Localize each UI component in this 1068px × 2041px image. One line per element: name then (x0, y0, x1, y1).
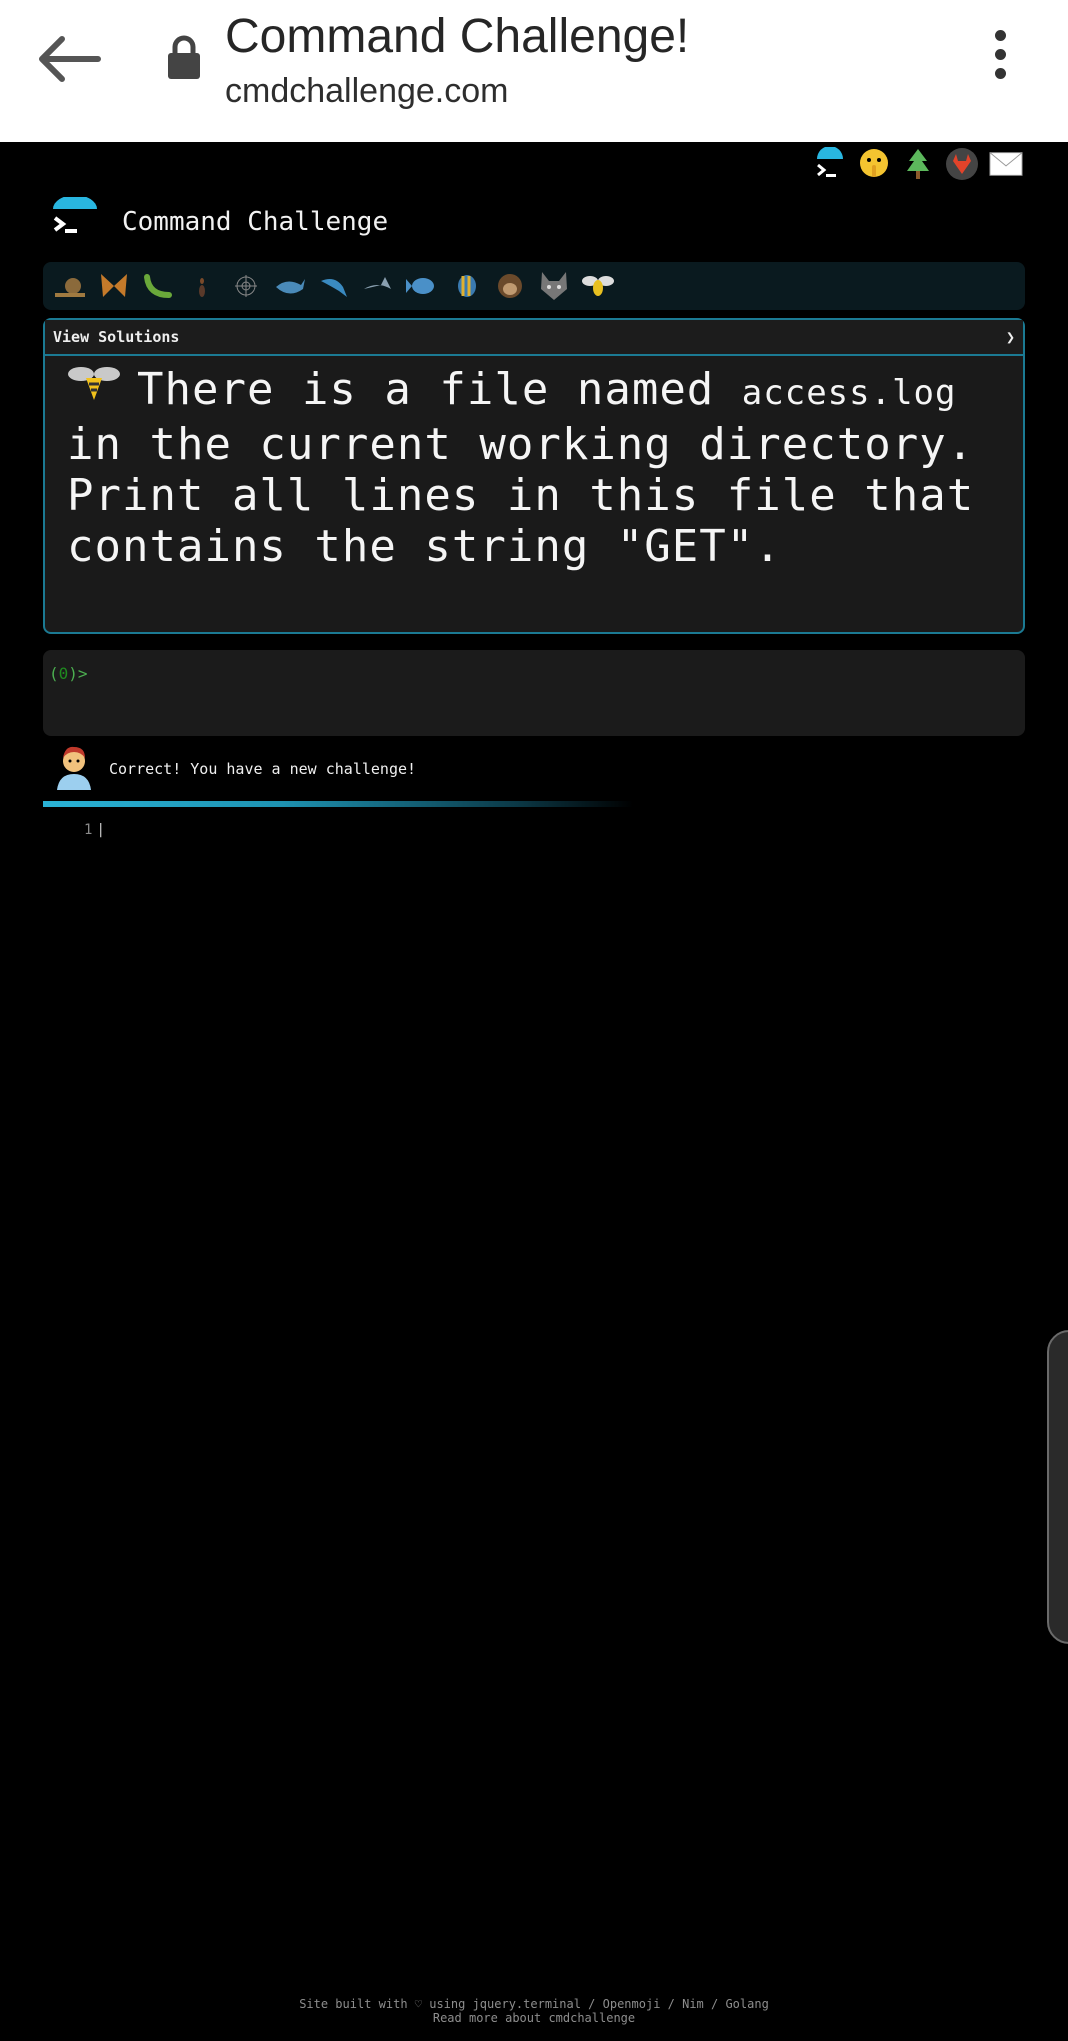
ant-icon[interactable] (183, 267, 221, 305)
shark-icon[interactable] (359, 267, 397, 305)
footer: Site built with ♡ using jquery.terminal … (0, 1997, 1068, 2025)
butterfly-icon[interactable] (95, 267, 133, 305)
challenge-text-before: There is a file named (137, 364, 742, 415)
whale-icon[interactable] (271, 267, 309, 305)
line-number: 1 (84, 822, 93, 838)
feedback-row: Correct! You have a new challenge! (55, 744, 416, 794)
terminal-input[interactable]: (0)> (43, 650, 1025, 736)
bee-icon (67, 364, 121, 404)
terminal-icon[interactable] (813, 147, 847, 181)
level-bar (43, 262, 1025, 310)
prompt-count: 0 (58, 664, 69, 683)
feedback-message: Correct! You have a new challenge! (109, 760, 417, 778)
editor-line[interactable]: 1 | (84, 822, 105, 838)
top-icon-bar (813, 146, 1023, 182)
challenge-description: There is a file named access.log in the … (67, 364, 1007, 572)
site-logo-icon[interactable] (50, 195, 100, 245)
challenge-text-after: in the current working directory. Print … (67, 419, 975, 572)
chevron-right-icon[interactable]: ❯ (1006, 328, 1015, 346)
challenge-filename: access.log (741, 373, 957, 413)
mail-icon[interactable] (989, 147, 1023, 181)
page-title: Command Challenge! (225, 10, 690, 63)
progress-bar (43, 801, 633, 807)
wolf-icon[interactable] (535, 267, 573, 305)
fish-icon[interactable] (403, 267, 441, 305)
site-title[interactable]: Command Challenge (122, 207, 388, 237)
dolphin-icon[interactable] (315, 267, 353, 305)
lock-icon (166, 34, 202, 80)
caterpillar-icon[interactable] (139, 267, 177, 305)
overflow-menu-icon[interactable] (985, 30, 1015, 86)
web-icon[interactable] (227, 267, 265, 305)
bee-icon[interactable] (579, 267, 617, 305)
person-avatar-icon (55, 744, 93, 794)
tree-icon[interactable] (901, 147, 935, 181)
side-panel-handle[interactable] (1047, 1330, 1068, 1644)
page-url[interactable]: cmdchallenge.com (225, 70, 508, 112)
tropical-fish-icon[interactable] (447, 267, 485, 305)
shushing-face-icon[interactable] (857, 147, 891, 181)
challenge-box: View Solutions ❯ There is a file named a… (43, 318, 1025, 634)
footer-credits: Site built with ♡ using jquery.terminal … (299, 1997, 769, 2011)
footer-about-link[interactable]: Read more about cmdchallenge (0, 2011, 1068, 2025)
gitlab-icon[interactable] (945, 147, 979, 181)
terminal-prompt: (0)> (49, 664, 88, 683)
view-solutions-label[interactable]: View Solutions (53, 328, 179, 346)
text-cursor: | (96, 822, 105, 838)
view-solutions-bar[interactable]: View Solutions ❯ (45, 320, 1023, 356)
browser-toolbar: Command Challenge! cmdchallenge.com (0, 0, 1068, 142)
snail-icon[interactable] (51, 267, 89, 305)
monkey-icon[interactable] (491, 267, 529, 305)
back-arrow-icon[interactable] (38, 36, 108, 82)
